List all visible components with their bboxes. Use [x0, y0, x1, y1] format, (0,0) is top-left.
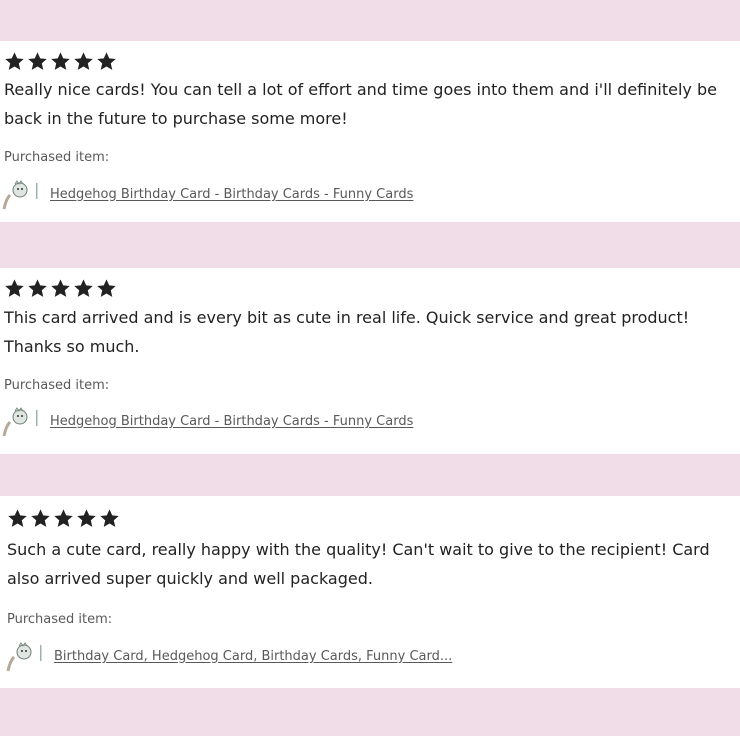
- purchased-item[interactable]: Hedgehog Birthday Card - Birthday Cards …: [2, 404, 413, 438]
- star-icon: [96, 278, 117, 299]
- star-icon: [50, 278, 71, 299]
- star-icon: [73, 278, 94, 299]
- star-icon: [96, 51, 117, 72]
- star-icon: [30, 508, 51, 529]
- hedgehog-card-thumbnail[interactable]: [2, 177, 40, 211]
- item-link[interactable]: Hedgehog Birthday Card - Birthday Cards …: [50, 414, 413, 429]
- star-icon: [53, 508, 74, 529]
- purchased-item[interactable]: Hedgehog Birthday Card - Birthday Cards …: [2, 177, 413, 211]
- purchased-item[interactable]: Birthday Card, Hedgehog Card, Birthday C…: [6, 639, 452, 673]
- review-text: Really nice cards! You can tell a lot of…: [4, 80, 717, 128]
- star-icon: [76, 508, 97, 529]
- hedgehog-card-thumbnail[interactable]: [6, 639, 44, 673]
- star-icon: [7, 508, 28, 529]
- review-text: This card arrived and is every bit as cu…: [4, 308, 690, 356]
- purchased-item-label: Purchased item:: [7, 612, 113, 627]
- star-icon: [4, 51, 25, 72]
- star-icon: [50, 51, 71, 72]
- purchased-item-label: Purchased item:: [4, 378, 110, 393]
- purchased-item-label: Purchased item:: [4, 150, 110, 165]
- star-rating: [4, 51, 117, 72]
- star-rating: [4, 278, 117, 299]
- star-icon: [99, 508, 120, 529]
- review-card: Really nice cards! You can tell a lot of…: [0, 41, 740, 222]
- review-card: Such a cute card, really happy with the …: [0, 496, 740, 688]
- star-icon: [27, 51, 48, 72]
- item-link[interactable]: Hedgehog Birthday Card - Birthday Cards …: [50, 187, 413, 202]
- star-icon: [27, 278, 48, 299]
- star-icon: [4, 278, 25, 299]
- star-icon: [73, 51, 94, 72]
- item-link[interactable]: Birthday Card, Hedgehog Card, Birthday C…: [54, 649, 452, 664]
- review-text: Such a cute card, really happy with the …: [7, 540, 710, 588]
- star-rating: [7, 508, 120, 529]
- review-card: This card arrived and is every bit as cu…: [0, 268, 740, 454]
- hedgehog-card-thumbnail[interactable]: [2, 404, 40, 438]
